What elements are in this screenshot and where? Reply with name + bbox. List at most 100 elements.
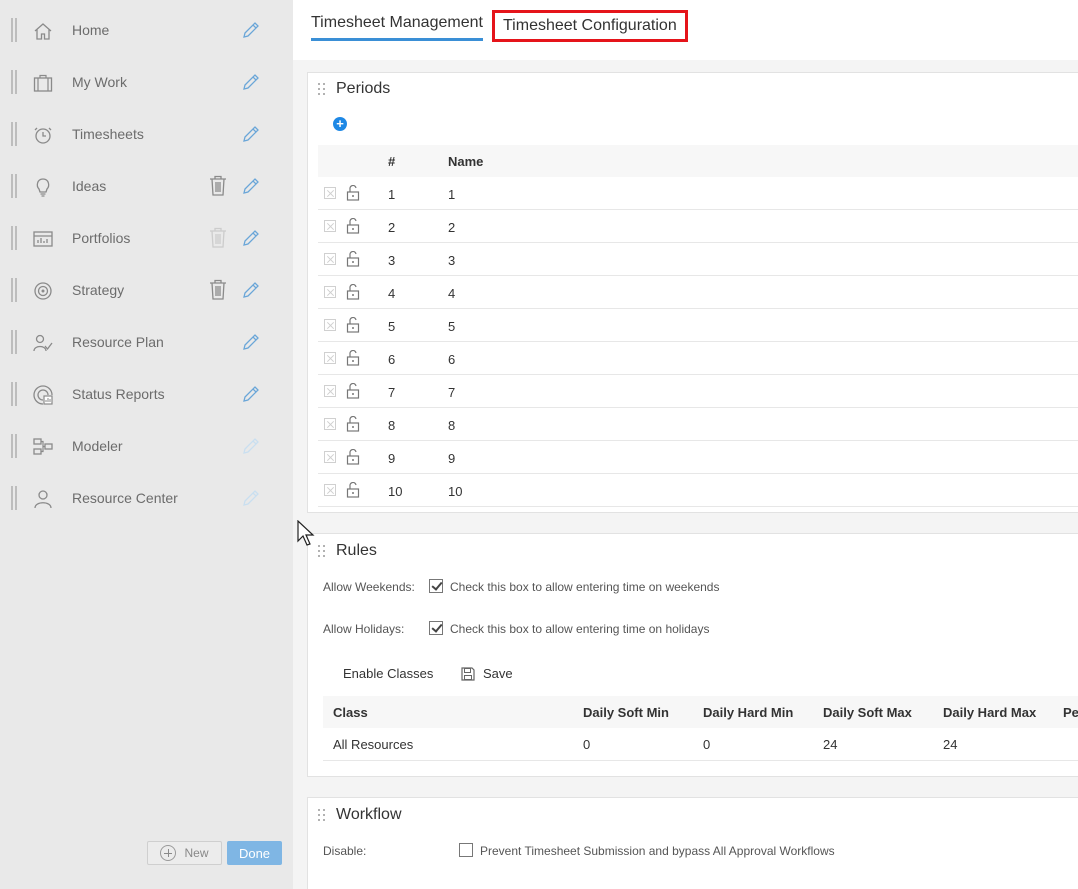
tab-timesheet-configuration[interactable]: Timesheet Configuration	[492, 10, 688, 42]
table-row[interactable]: 10 10	[318, 474, 1078, 507]
tab-timesheet-management[interactable]: Timesheet Management	[311, 14, 483, 41]
disable-workflow-checkbox[interactable]	[459, 843, 473, 857]
period-name: 7	[448, 385, 456, 400]
table-row[interactable]: 55	[318, 309, 1078, 342]
delete-row-icon[interactable]	[324, 220, 336, 232]
sidebar-item-label: Home	[72, 22, 110, 38]
clock-icon	[32, 124, 54, 146]
enable-classes-button[interactable]: Enable Classes	[343, 666, 433, 681]
sidebar-item-strategy[interactable]: Strategy	[0, 265, 293, 317]
tab-bar: Timesheet Management Timesheet Configura…	[293, 0, 1078, 60]
sidebar-item-my-work[interactable]: My Work	[0, 57, 293, 109]
save-button[interactable]: Save	[461, 666, 513, 681]
period-name: 10	[448, 484, 463, 499]
drag-grip-icon[interactable]	[11, 174, 17, 198]
mouse-cursor-icon	[297, 520, 315, 546]
sidebar-item-ideas[interactable]: Ideas	[0, 161, 293, 213]
drag-handle-icon[interactable]	[318, 809, 326, 821]
delete-row-icon[interactable]	[324, 451, 336, 463]
trash-icon[interactable]	[209, 175, 227, 197]
table-row[interactable]: 11	[318, 177, 1078, 210]
unlock-icon[interactable]	[346, 449, 360, 465]
allow-holidays-label: Allow Holidays:	[323, 622, 405, 636]
table-cell: 24	[943, 737, 958, 752]
sidebar: Home My Work Timesheets Ideas Portfolios Stra…	[0, 0, 293, 889]
delete-row-icon[interactable]	[324, 385, 336, 397]
drag-grip-icon[interactable]	[11, 486, 17, 510]
sidebar-item-label: Ideas	[72, 178, 107, 194]
drag-grip-icon[interactable]	[11, 278, 17, 302]
pencil-icon[interactable]	[241, 176, 261, 196]
unlock-icon[interactable]	[346, 383, 360, 399]
delete-row-icon[interactable]	[324, 187, 336, 199]
period-name: 1	[448, 187, 456, 202]
table-row[interactable]: 66	[318, 342, 1078, 375]
delete-row-icon[interactable]	[324, 352, 336, 364]
sidebar-item-portfolios[interactable]: Portfolios	[0, 213, 293, 265]
workflow-title: Workflow	[336, 806, 402, 823]
sidebar-item-home[interactable]: Home	[0, 5, 293, 57]
status-report-icon	[32, 384, 54, 406]
sidebar-item-modeler[interactable]: Modeler	[0, 421, 293, 473]
unlock-icon[interactable]	[346, 317, 360, 333]
unlock-icon[interactable]	[346, 416, 360, 432]
sidebar-item-resource-plan[interactable]: Resource Plan	[0, 317, 293, 369]
allow-weekends-checkbox[interactable]	[429, 579, 443, 593]
add-period-button[interactable]: +	[333, 117, 347, 131]
sidebar-item-status-reports[interactable]: Status Reports	[0, 369, 293, 421]
delete-row-icon[interactable]	[324, 319, 336, 331]
sidebar-item-label: Modeler	[72, 438, 123, 454]
unlock-icon[interactable]	[346, 251, 360, 267]
table-row[interactable]: 22	[318, 210, 1078, 243]
period-name: 8	[448, 418, 456, 433]
period-name: 3	[448, 253, 456, 268]
unlock-icon[interactable]	[346, 185, 360, 201]
table-row[interactable]: 88	[318, 408, 1078, 441]
table-row[interactable]: 33	[318, 243, 1078, 276]
pencil-icon[interactable]	[241, 72, 261, 92]
unlock-icon[interactable]	[346, 482, 360, 498]
sidebar-item-resource-center[interactable]: Resource Center	[0, 473, 293, 525]
table-row[interactable]: 77	[318, 375, 1078, 408]
drag-handle-icon[interactable]	[318, 545, 326, 557]
modeler-icon	[32, 436, 54, 458]
sidebar-item-timesheets[interactable]: Timesheets	[0, 109, 293, 161]
table-row[interactable]: 99	[318, 441, 1078, 474]
pencil-icon[interactable]	[241, 332, 261, 352]
drag-grip-icon[interactable]	[11, 382, 17, 406]
table-row[interactable]: 44	[318, 276, 1078, 309]
delete-row-icon[interactable]	[324, 484, 336, 496]
disable-label: Disable:	[323, 844, 367, 858]
new-button[interactable]: New	[147, 841, 222, 865]
pencil-icon[interactable]	[241, 20, 261, 40]
periods-panel: Periods + # Name 1 1 2 2 3 3 4 4 5 5 6 6 7 7 8 8 9 9 10 10	[307, 72, 1078, 513]
pencil-icon[interactable]	[241, 384, 261, 404]
drag-grip-icon[interactable]	[11, 330, 17, 354]
table-row[interactable]: All Resources 0 0 24 24	[323, 728, 1078, 761]
unlock-icon[interactable]	[346, 284, 360, 300]
done-button[interactable]: Done	[227, 841, 282, 865]
unlock-icon[interactable]	[346, 218, 360, 234]
pencil-icon[interactable]	[241, 280, 261, 300]
delete-row-icon[interactable]	[324, 286, 336, 298]
drag-grip-icon[interactable]	[11, 434, 17, 458]
column-header: Daily Soft Min	[583, 705, 669, 720]
drag-handle-icon[interactable]	[318, 83, 326, 95]
allow-weekends-label: Allow Weekends:	[323, 580, 415, 594]
rules-panel: Rules Allow Weekends: Check this box to …	[307, 533, 1078, 777]
column-header: Daily Soft Max	[823, 705, 912, 720]
trash-icon[interactable]	[209, 279, 227, 301]
pencil-icon[interactable]	[241, 228, 261, 248]
unlock-icon[interactable]	[346, 350, 360, 366]
pencil-icon[interactable]	[241, 124, 261, 144]
drag-grip-icon[interactable]	[11, 18, 17, 42]
period-number: 5	[388, 319, 396, 334]
drag-grip-icon[interactable]	[11, 70, 17, 94]
column-header-number: #	[388, 154, 396, 169]
allow-holidays-checkbox[interactable]	[429, 621, 443, 635]
delete-row-icon[interactable]	[324, 418, 336, 430]
delete-row-icon[interactable]	[324, 253, 336, 265]
person-icon	[32, 488, 54, 510]
drag-grip-icon[interactable]	[11, 122, 17, 146]
drag-grip-icon[interactable]	[11, 226, 17, 250]
